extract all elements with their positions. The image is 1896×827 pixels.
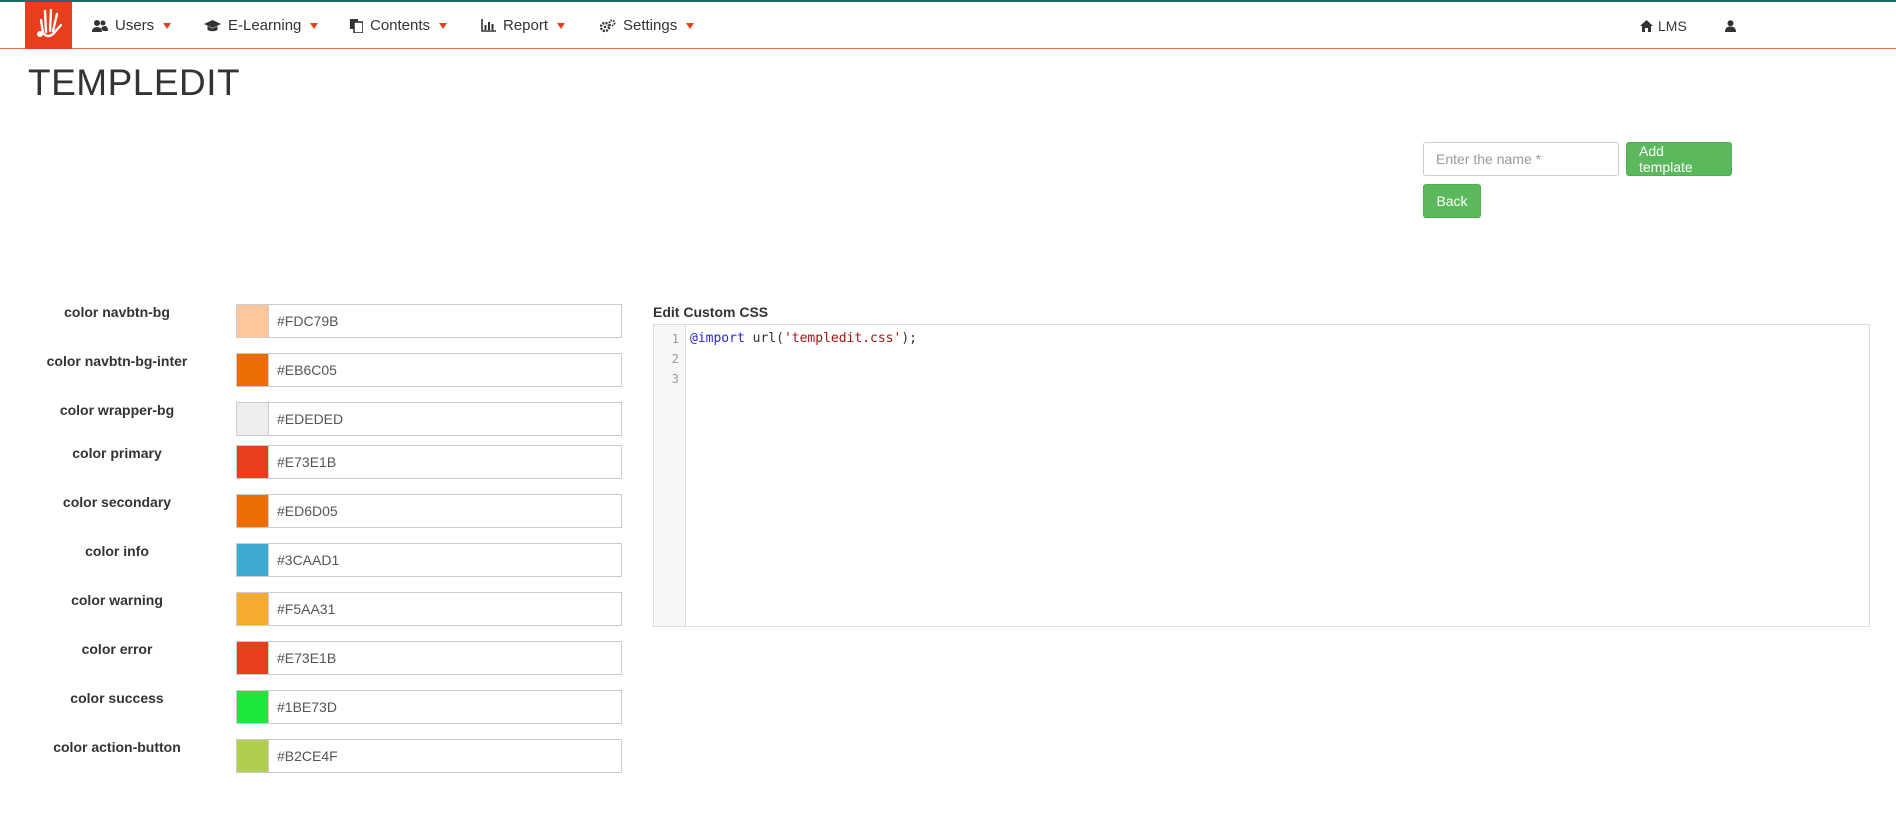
color-field-row: color info #3CAAD1 [0, 543, 625, 577]
code-keyword: @import [690, 331, 745, 346]
nav-users[interactable]: Users [92, 2, 172, 49]
color-value-input[interactable]: #B2CE4F [268, 739, 622, 773]
nav-contents[interactable]: Contents [350, 2, 448, 49]
nav-settings[interactable]: Settings [600, 2, 695, 49]
nav-contents-label: Contents [370, 17, 431, 34]
code-function: url( [744, 331, 784, 346]
page-title: TEMPLEDIT [28, 62, 241, 103]
back-button[interactable]: Back [1423, 184, 1481, 218]
logo[interactable] [25, 2, 72, 49]
users-icon [92, 19, 108, 33]
color-field-row: color error #E73E1B [0, 641, 625, 675]
user-icon [1725, 19, 1736, 32]
color-value-input[interactable]: #3CAAD1 [268, 543, 622, 577]
add-template-button[interactable]: Add template [1626, 142, 1732, 176]
line-number: 1 [671, 332, 679, 346]
color-value-input[interactable]: #E73E1B [268, 445, 622, 479]
color-field-label: color secondary [62, 494, 172, 510]
home-icon [1640, 19, 1653, 32]
color-swatch[interactable] [236, 543, 269, 577]
color-field-label: color warning [71, 592, 163, 608]
color-swatch[interactable] [236, 494, 269, 528]
graduation-cap-icon [204, 19, 221, 32]
color-field-label: color action-button [53, 739, 181, 755]
chevron-down-icon [310, 22, 319, 29]
color-swatch[interactable] [236, 739, 269, 773]
color-swatch[interactable] [236, 445, 269, 479]
color-value-input[interactable]: #1BE73D [268, 690, 622, 724]
color-swatch[interactable] [236, 592, 269, 626]
color-field-label: color navbtn-bg [64, 304, 170, 320]
code-line[interactable]: @import url('templedit.css'); [690, 331, 917, 346]
color-field-label: color error [81, 641, 153, 657]
bar-chart-icon [481, 19, 496, 32]
color-field-row: color wrapper-bg #EDEDED [0, 402, 625, 436]
css-code-editor[interactable]: 1 2 3 @import url('templedit.css'); [653, 324, 1870, 627]
chevron-down-icon [557, 22, 566, 29]
color-field-row: color primary #E73E1B [0, 445, 625, 479]
chevron-down-icon [439, 22, 448, 29]
color-swatch[interactable] [236, 304, 269, 338]
editor-gutter: 1 2 3 [654, 325, 686, 626]
files-icon [350, 18, 363, 33]
top-navbar: Users E-Learning Contents Report Setting… [0, 0, 1896, 49]
color-field-row: color action-button #B2CE4F [0, 739, 625, 773]
color-field-label: color navbtn-bg-inter [46, 353, 188, 369]
color-value-input[interactable]: #F5AA31 [268, 592, 622, 626]
color-field-row: color warning #F5AA31 [0, 592, 625, 626]
nav-elearning[interactable]: E-Learning [204, 2, 319, 49]
nav-report[interactable]: Report [481, 2, 566, 49]
nav-lms[interactable]: LMS [1640, 2, 1687, 49]
line-number: 3 [671, 372, 679, 386]
nav-lms-label: LMS [1658, 17, 1687, 34]
nav-user-menu[interactable] [1725, 2, 1736, 49]
color-field-label: color success [70, 690, 164, 706]
hand-icon [34, 6, 64, 45]
nav-report-label: Report [503, 17, 549, 34]
color-swatch[interactable] [236, 402, 269, 436]
color-field-row: color navbtn-bg-inter #EB6C05 [0, 353, 625, 387]
code-end: ); [901, 331, 917, 346]
template-name-input[interactable] [1423, 142, 1619, 176]
color-value-input[interactable]: #FDC79B [268, 304, 622, 338]
color-field-row: color secondary #ED6D05 [0, 494, 625, 528]
color-field-label: color info [85, 543, 149, 559]
color-field-label: color primary [72, 445, 162, 461]
line-number: 2 [671, 352, 679, 366]
color-swatch[interactable] [236, 641, 269, 675]
nav-settings-label: Settings [623, 17, 678, 34]
chevron-down-icon [163, 22, 172, 29]
color-value-input[interactable]: #EB6C05 [268, 353, 622, 387]
color-swatch[interactable] [236, 690, 269, 724]
chevron-down-icon [686, 22, 695, 29]
color-value-input[interactable]: #EDEDED [268, 402, 622, 436]
color-value-input[interactable]: #ED6D05 [268, 494, 622, 528]
color-value-input[interactable]: #E73E1B [268, 641, 622, 675]
gears-icon [600, 19, 616, 33]
nav-elearning-label: E-Learning [228, 17, 302, 34]
nav-users-label: Users [115, 17, 155, 34]
editor-title: Edit Custom CSS [653, 304, 769, 320]
color-swatch[interactable] [236, 353, 269, 387]
color-field-label: color wrapper-bg [59, 402, 175, 418]
code-string: 'templedit.css' [783, 331, 902, 346]
color-field-row: color success #1BE73D [0, 690, 625, 724]
color-field-row: color navbtn-bg #FDC79B [0, 304, 625, 338]
